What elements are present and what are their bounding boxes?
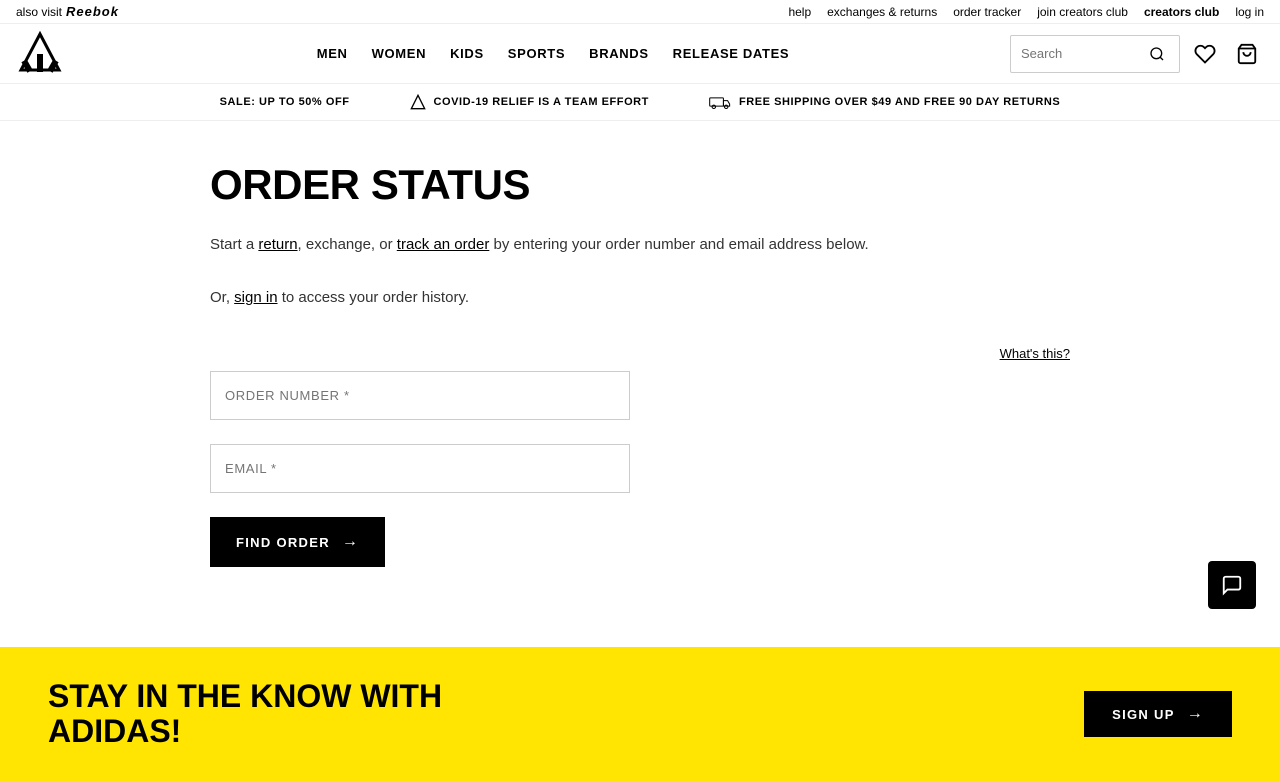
nav-men[interactable]: MEN <box>317 46 348 61</box>
search-button[interactable] <box>1145 42 1169 66</box>
promo-shipping-text: FREE SHIPPING OVER $49 AND FREE 90 DAY R… <box>739 96 1060 108</box>
promo-covid: COVID-19 RELIEF IS A TEAM EFFORT <box>410 94 649 110</box>
wishlist-button[interactable] <box>1188 37 1222 71</box>
nav-release-dates[interactable]: RELEASE DATES <box>673 46 790 61</box>
sign-up-button[interactable]: SIGN UP → <box>1084 691 1232 737</box>
nav-women[interactable]: WOMEN <box>372 46 427 61</box>
adidas-logo <box>16 28 64 79</box>
search-box[interactable] <box>1010 35 1180 73</box>
sign-in-part2: to access your order history. <box>278 289 469 306</box>
what-this-link[interactable]: What's this? <box>1000 346 1070 361</box>
main-header: MEN WOMEN KIDS SPORTS BRANDS RELEASE DAT… <box>0 24 1280 84</box>
order-number-group <box>210 371 630 420</box>
email-input[interactable] <box>210 444 630 493</box>
logo-area[interactable] <box>16 28 64 79</box>
creators-club-link[interactable]: creators club <box>1144 5 1219 19</box>
desc-part3: by entering your order number and email … <box>489 236 868 253</box>
footer-promo-title: STAY IN THE KNOW WITH ADIDAS! <box>48 679 442 749</box>
sign-in-text: Or, sign in to access your order history… <box>210 289 1070 306</box>
cart-icon <box>1236 43 1258 65</box>
search-icon <box>1149 46 1165 62</box>
nav-brands[interactable]: BRANDS <box>589 46 649 61</box>
page-title: ORDER STATUS <box>210 161 1070 209</box>
cart-button[interactable] <box>1230 37 1264 71</box>
also-visit: also visit Reebok <box>16 4 119 19</box>
utility-bar: also visit Reebok help exchanges & retur… <box>0 0 1280 24</box>
description-text: Start a return, exchange, or track an or… <box>210 233 1070 257</box>
desc-part2: , exchange, or <box>298 236 397 253</box>
order-number-input[interactable] <box>210 371 630 420</box>
desc-part1: Start a <box>210 236 258 253</box>
join-creators-club-link[interactable]: join creators club <box>1037 5 1128 19</box>
footer-promo-line1: STAY IN THE KNOW WITH <box>48 679 442 714</box>
promo-bar: SALE: UP TO 50% OFF COVID-19 RELIEF IS A… <box>0 84 1280 121</box>
sign-up-label: SIGN UP <box>1112 707 1175 722</box>
arrow-right-icon: → <box>342 533 359 551</box>
sign-in-part1: Or, <box>210 289 234 306</box>
promo-sale-text: SALE: UP TO 50% OFF <box>220 96 350 108</box>
heart-icon <box>1194 43 1216 65</box>
promo-sale: SALE: UP TO 50% OFF <box>220 96 350 108</box>
main-nav: MEN WOMEN KIDS SPORTS BRANDS RELEASE DAT… <box>96 46 1010 61</box>
exchanges-returns-link[interactable]: exchanges & returns <box>827 5 937 19</box>
main-content: ORDER STATUS Start a return, exchange, o… <box>190 121 1090 607</box>
header-actions <box>1010 35 1264 73</box>
sign-in-link[interactable]: sign in <box>234 289 277 306</box>
sign-up-arrow-icon: → <box>1187 705 1204 723</box>
footer-promo: STAY IN THE KNOW WITH ADIDAS! SIGN UP → <box>0 647 1280 781</box>
footer-promo-line2: ADIDAS! <box>48 714 442 749</box>
also-visit-label: also visit <box>16 5 62 19</box>
find-order-button[interactable]: FIND ORDER → <box>210 517 385 567</box>
promo-covid-text: COVID-19 RELIEF IS A TEAM EFFORT <box>434 96 649 108</box>
email-group <box>210 444 630 493</box>
return-link[interactable]: return <box>258 236 297 253</box>
chat-bubble[interactable] <box>1208 561 1256 609</box>
chat-icon <box>1221 574 1243 596</box>
what-this-container: What's this? <box>650 346 1070 361</box>
search-input[interactable] <box>1021 46 1139 61</box>
reebok-logo: Reebok <box>66 4 119 19</box>
nav-sports[interactable]: SPORTS <box>508 46 565 61</box>
track-order-link[interactable]: track an order <box>397 236 490 253</box>
help-link[interactable]: help <box>788 5 811 19</box>
truck-icon <box>709 94 731 110</box>
order-tracker-link[interactable]: order tracker <box>953 5 1021 19</box>
adidas-small-icon <box>410 94 426 110</box>
promo-shipping: FREE SHIPPING OVER $49 AND FREE 90 DAY R… <box>709 94 1060 110</box>
find-order-label: FIND ORDER <box>236 535 330 550</box>
nav-kids[interactable]: KIDS <box>450 46 484 61</box>
log-in-link[interactable]: log in <box>1235 5 1264 19</box>
